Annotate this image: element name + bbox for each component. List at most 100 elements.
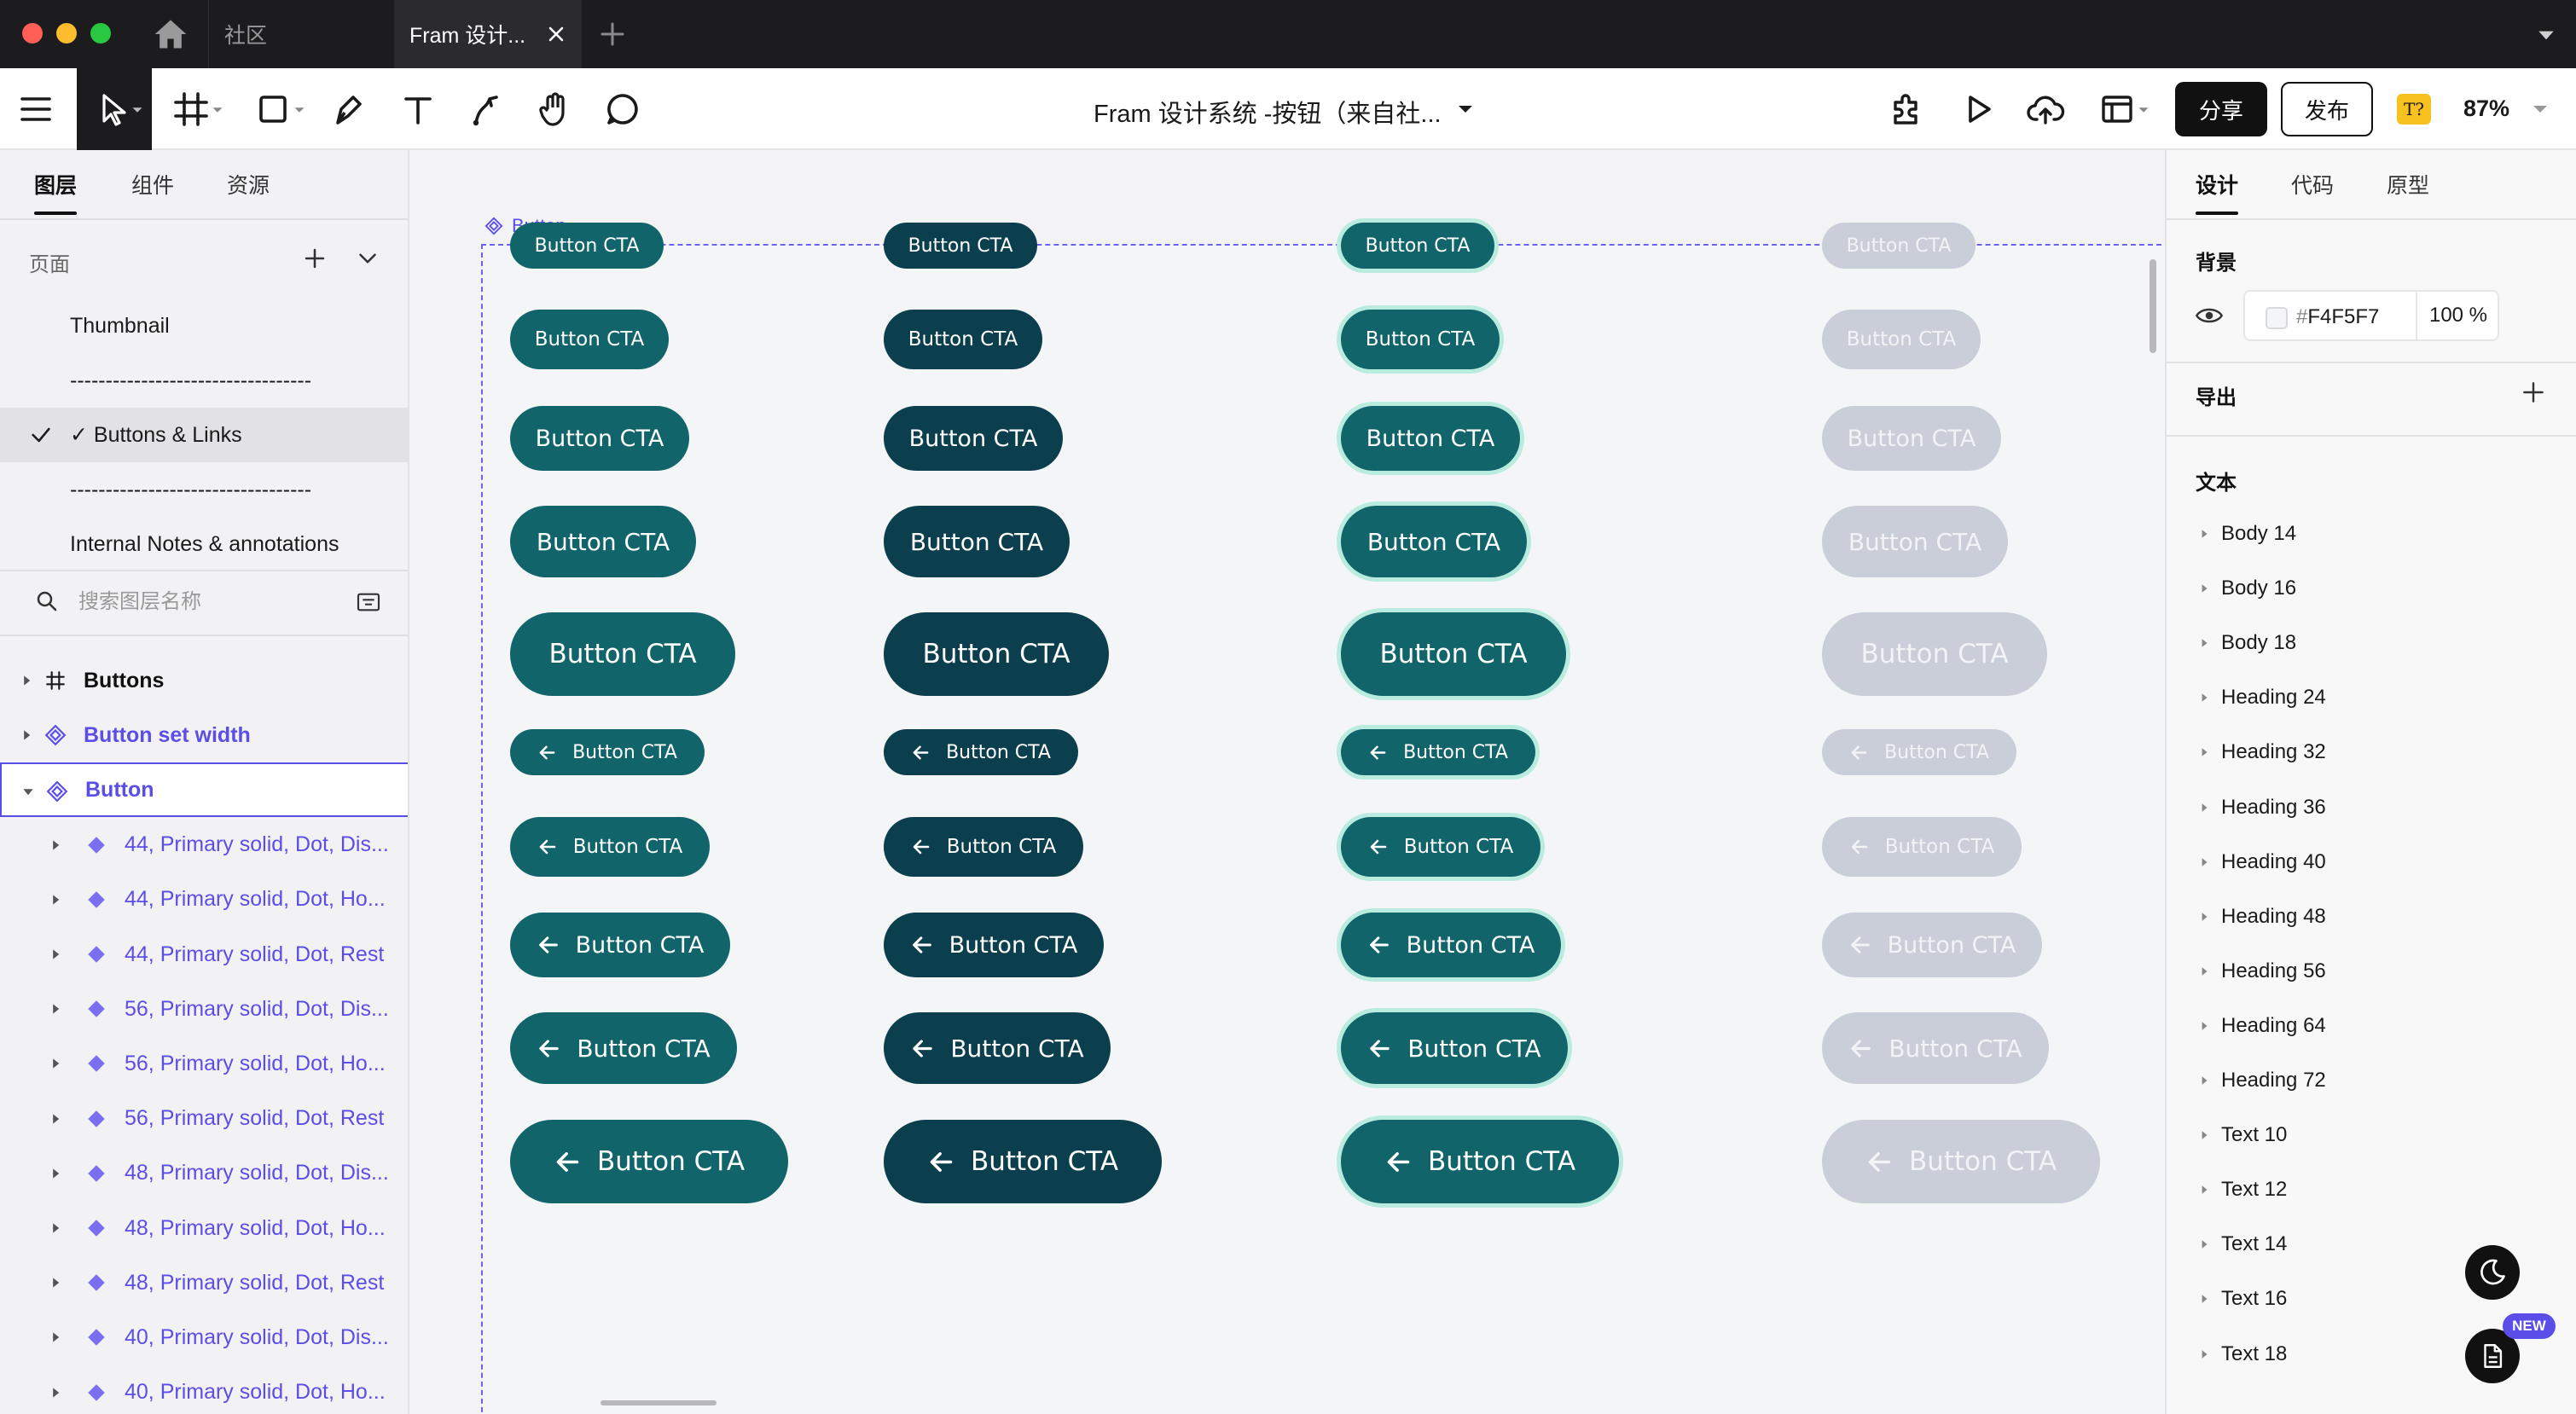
main-menu-icon[interactable] (15, 89, 56, 130)
button-cta-focus-with-arrow[interactable]: Button CTA (1341, 729, 1535, 775)
caret-right-icon[interactable] (49, 948, 61, 960)
caret-right-icon[interactable] (2199, 912, 2209, 922)
layer-row[interactable]: 56, Primary solid, Dot, Dis... (0, 982, 408, 1036)
layer-row[interactable]: 44, Primary solid, Dot, Ho... (0, 872, 408, 927)
button-cta-hover[interactable]: Button CTA (884, 223, 1037, 269)
layer-row[interactable]: 44, Primary solid, Dot, Rest (0, 927, 408, 982)
caret-right-icon[interactable] (49, 1222, 61, 1234)
tab-layers[interactable]: 图层 (34, 169, 77, 200)
button-cta-rest-with-arrow[interactable]: Button CTA (510, 913, 730, 977)
button-component-set-frame[interactable]: Button CTA Button CTA Button CTA Button CTA… (481, 223, 2165, 1414)
button-cta-rest-with-arrow[interactable]: Button CTA (510, 1120, 788, 1203)
text-style-row[interactable]: Heading 36 (2167, 780, 2576, 835)
button-cta-disabled-with-arrow[interactable]: Button CTA (1822, 729, 2016, 775)
caret-right-icon[interactable] (2199, 1239, 2209, 1249)
caret-right-icon[interactable] (2199, 803, 2209, 813)
frame-tool-icon[interactable] (171, 89, 212, 130)
layer-row-selected[interactable]: Button (0, 762, 408, 818)
caret-right-icon[interactable] (49, 1387, 61, 1399)
layer-row[interactable]: Button set width (0, 708, 408, 762)
zoom-level[interactable]: 87% (2463, 96, 2509, 122)
button-cta-rest[interactable]: Button CTA (510, 506, 696, 577)
text-style-row[interactable]: Text 12 (2167, 1162, 2576, 1217)
button-cta-focus[interactable]: Button CTA (1341, 506, 1527, 577)
button-cta-rest[interactable]: Button CTA (510, 223, 664, 269)
caret-right-icon[interactable] (2199, 1130, 2209, 1140)
connector-tool-icon[interactable] (466, 89, 507, 130)
button-cta-disabled[interactable]: Button CTA (1822, 406, 2001, 471)
button-cta-hover[interactable]: Button CTA (884, 310, 1042, 369)
chevron-down-icon[interactable] (2535, 24, 2557, 46)
filter-icon[interactable] (355, 588, 382, 616)
button-cta-hover-with-arrow[interactable]: Button CTA (884, 1120, 1162, 1203)
button-cta-focus[interactable]: Button CTA (1341, 612, 1566, 696)
add-export-plus-icon[interactable] (2520, 379, 2547, 406)
caret-right-icon[interactable] (2199, 857, 2209, 867)
tab-components[interactable]: 组件 (131, 169, 174, 200)
text-style-row[interactable]: Heading 32 (2167, 725, 2576, 779)
caret-right-icon[interactable] (20, 729, 32, 741)
layer-row[interactable]: 56, Primary solid, Dot, Ho... (0, 1036, 408, 1091)
button-cta-focus-with-arrow[interactable]: Button CTA (1341, 1012, 1568, 1084)
tab-design[interactable]: 设计 (2196, 169, 2238, 200)
caret-down-icon[interactable] (22, 785, 34, 797)
caret-right-icon[interactable] (20, 675, 32, 687)
close-tab-icon[interactable] (544, 22, 568, 46)
caret-right-icon[interactable] (2199, 529, 2209, 539)
share-button[interactable]: 分享 (2175, 82, 2267, 136)
text-style-row[interactable]: Heading 40 (2167, 835, 2576, 890)
chevron-down-icon[interactable] (2138, 104, 2150, 116)
canvas[interactable]: Button Button CTAButton CTAButton CTABut… (409, 150, 2165, 1414)
comment-tool-icon[interactable] (602, 89, 643, 130)
page-item-active[interactable]: ✓ Buttons & Links (0, 408, 408, 462)
move-tool-button[interactable] (77, 68, 152, 150)
caret-right-icon[interactable] (2199, 638, 2209, 648)
button-cta-focus[interactable]: Button CTA (1341, 310, 1500, 369)
layer-row[interactable]: 48, Primary solid, Dot, Dis... (0, 1146, 408, 1201)
caret-right-icon[interactable] (2199, 1294, 2209, 1304)
button-cta-disabled-with-arrow[interactable]: Button CTA (1822, 1012, 2049, 1084)
caret-right-icon[interactable] (2199, 583, 2209, 594)
tab-code[interactable]: 代码 (2291, 169, 2334, 200)
button-cta-hover[interactable]: Button CTA (884, 612, 1109, 696)
theme-toggle-button[interactable] (2465, 1245, 2520, 1300)
chevron-down-icon[interactable] (293, 104, 305, 116)
tab-community[interactable]: 社区 (208, 0, 392, 68)
hand-tool-icon[interactable] (534, 89, 575, 130)
tab-current-file[interactable]: Fram 设计... (394, 0, 582, 68)
new-tab-plus-icon[interactable] (597, 19, 628, 49)
caret-right-icon[interactable] (49, 1113, 61, 1125)
caret-right-icon[interactable] (49, 839, 61, 851)
add-page-plus-icon[interactable] (300, 244, 329, 273)
button-cta-disabled[interactable]: Button CTA (1822, 223, 1976, 269)
button-cta-disabled[interactable]: Button CTA (1822, 310, 1981, 369)
button-cta-disabled-with-arrow[interactable]: Button CTA (1822, 817, 2022, 877)
button-cta-focus-with-arrow[interactable]: Button CTA (1341, 1120, 1619, 1203)
page-item[interactable]: ---------------------------------- (0, 353, 408, 408)
layer-row[interactable]: 40, Primary solid, Dot, Dis... (0, 1310, 408, 1365)
background-hex-value[interactable]: #F4F5F7 (2296, 305, 2379, 329)
button-cta-hover[interactable]: Button CTA (884, 506, 1070, 577)
chevron-down-icon[interactable] (1457, 101, 1474, 118)
page-item[interactable]: Thumbnail (0, 298, 408, 353)
button-cta-disabled[interactable]: Button CTA (1822, 506, 2008, 577)
text-style-row[interactable]: Heading 72 (2167, 1053, 2576, 1108)
button-cta-hover-with-arrow[interactable]: Button CTA (884, 913, 1104, 977)
text-style-row[interactable]: Body 14 (2167, 507, 2576, 561)
caret-right-icon[interactable] (49, 1277, 61, 1289)
caret-right-icon[interactable] (2199, 1075, 2209, 1086)
button-cta-rest-with-arrow[interactable]: Button CTA (510, 729, 705, 775)
layer-row[interactable]: Buttons (0, 653, 408, 708)
text-style-row[interactable]: Heading 24 (2167, 670, 2576, 725)
chevron-down-icon[interactable] (212, 104, 223, 116)
layer-row[interactable]: 48, Primary solid, Dot, Ho... (0, 1201, 408, 1255)
caret-right-icon[interactable] (49, 1058, 61, 1069)
button-cta-rest[interactable]: Button CTA (510, 310, 669, 369)
text-style-row[interactable]: Heading 48 (2167, 890, 2576, 944)
background-color-field[interactable]: #F4F5F7 100 % (2243, 290, 2499, 341)
document-title[interactable]: Fram 设计系统 -按钮（来自社... (1094, 94, 1442, 130)
caret-right-icon[interactable] (2199, 1185, 2209, 1195)
page-item[interactable]: Internal Notes & annotations (0, 517, 408, 571)
button-cta-disabled-with-arrow[interactable]: Button CTA (1822, 1120, 2100, 1203)
button-cta-hover-with-arrow[interactable]: Button CTA (884, 1012, 1111, 1084)
